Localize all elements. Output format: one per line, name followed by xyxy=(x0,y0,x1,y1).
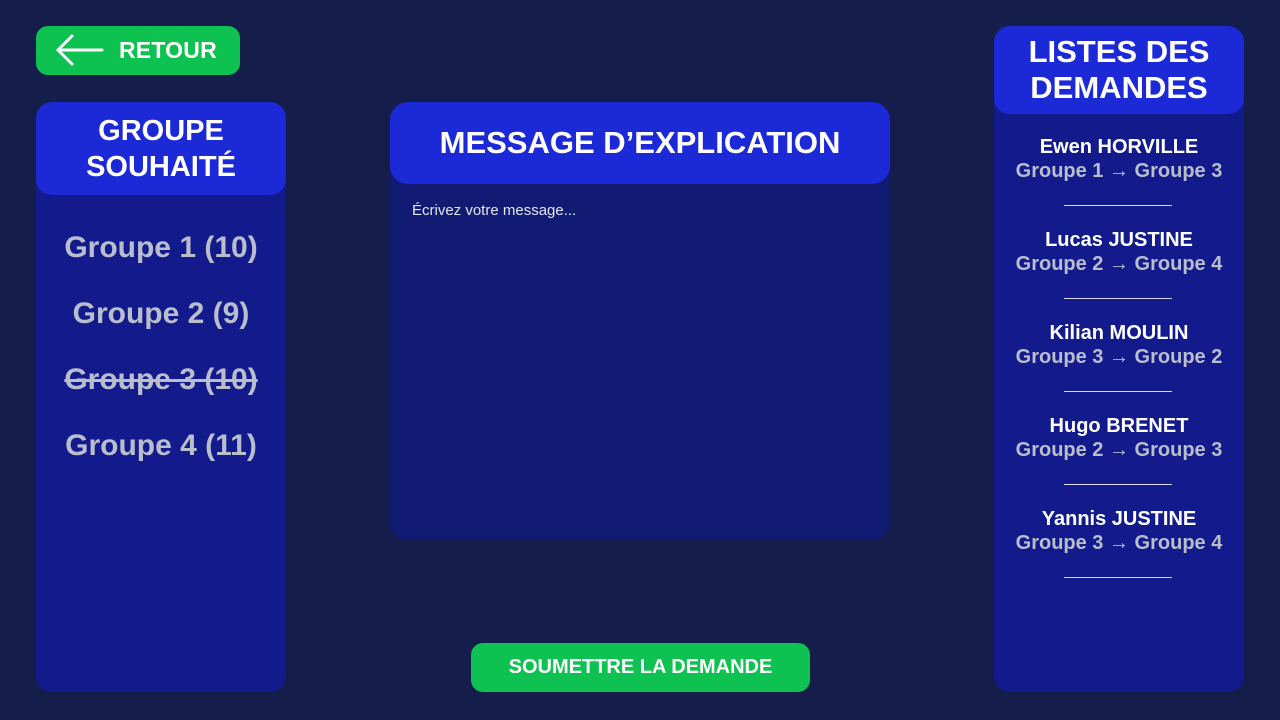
requests-panel-header: LISTES DES DEMANDES xyxy=(994,26,1244,114)
request-student-name: Yannis JUSTINE xyxy=(1041,508,1197,530)
requests-panel-title: LISTES DES DEMANDES xyxy=(1028,34,1210,105)
groups-panel-header: GROUPE SOUHAITÉ xyxy=(36,102,286,195)
request-group-change: Groupe 2 → Groupe 3 xyxy=(1015,439,1223,461)
divider xyxy=(1064,205,1172,206)
request-student-name: Hugo BRENET xyxy=(1049,415,1189,437)
message-panel-header: MESSAGE D’EXPLICATION xyxy=(390,102,890,184)
message-panel-title: MESSAGE D’EXPLICATION xyxy=(439,125,841,160)
divider xyxy=(1064,577,1172,578)
requests-panel: LISTES DES DEMANDES Ewen HORVILLE Groupe… xyxy=(994,26,1244,692)
divider xyxy=(1064,391,1172,392)
request-group-change: Groupe 2 → Groupe 4 xyxy=(1015,253,1223,275)
request-group-change: Groupe 3 → Groupe 2 xyxy=(1015,346,1223,368)
request-student-name: Kilian MOULIN xyxy=(1049,322,1189,344)
request-item[interactable]: Hugo BRENET Groupe 2 → Groupe 3 xyxy=(994,414,1244,507)
group-option-4[interactable]: Groupe 4 (11) xyxy=(36,413,286,479)
divider xyxy=(1064,484,1172,485)
groups-panel-title: GROUPE SOUHAITÉ xyxy=(86,114,236,183)
group-option-2[interactable]: Groupe 2 (9) xyxy=(36,281,286,347)
group-option-1[interactable]: Groupe 1 (10) xyxy=(36,215,286,281)
request-item[interactable]: Ewen HORVILLE Groupe 1 → Groupe 3 xyxy=(994,135,1244,228)
request-student-name: Ewen HORVILLE xyxy=(1039,136,1199,158)
group-option-3: Groupe 3 (10) xyxy=(64,363,258,396)
message-input[interactable] xyxy=(412,202,868,520)
request-item[interactable]: Lucas JUSTINE Groupe 2 → Groupe 4 xyxy=(994,228,1244,321)
request-item[interactable]: Kilian MOULIN Groupe 3 → Groupe 2 xyxy=(994,321,1244,414)
request-list: Ewen HORVILLE Groupe 1 → Groupe 3 Lucas … xyxy=(994,135,1244,600)
request-item[interactable]: Yannis JUSTINE Groupe 3 → Groupe 4 xyxy=(994,507,1244,600)
back-button-label: RETOUR xyxy=(119,37,217,63)
request-group-change: Groupe 3 → Groupe 4 xyxy=(1015,532,1223,554)
groups-panel: GROUPE SOUHAITÉ Groupe 1 (10) Groupe 2 (… xyxy=(36,102,286,692)
arrow-left-icon xyxy=(56,34,104,66)
divider xyxy=(1064,298,1172,299)
message-panel: MESSAGE D’EXPLICATION xyxy=(390,102,890,540)
request-group-change: Groupe 1 → Groupe 3 xyxy=(1015,160,1223,182)
back-button[interactable]: RETOUR xyxy=(36,26,240,75)
request-student-name: Lucas JUSTINE xyxy=(1045,229,1193,251)
group-list: Groupe 1 (10) Groupe 2 (9) Groupe 3 (10)… xyxy=(36,215,286,479)
submit-request-button[interactable]: SOUMETTRE LA DEMANDE xyxy=(471,643,810,692)
